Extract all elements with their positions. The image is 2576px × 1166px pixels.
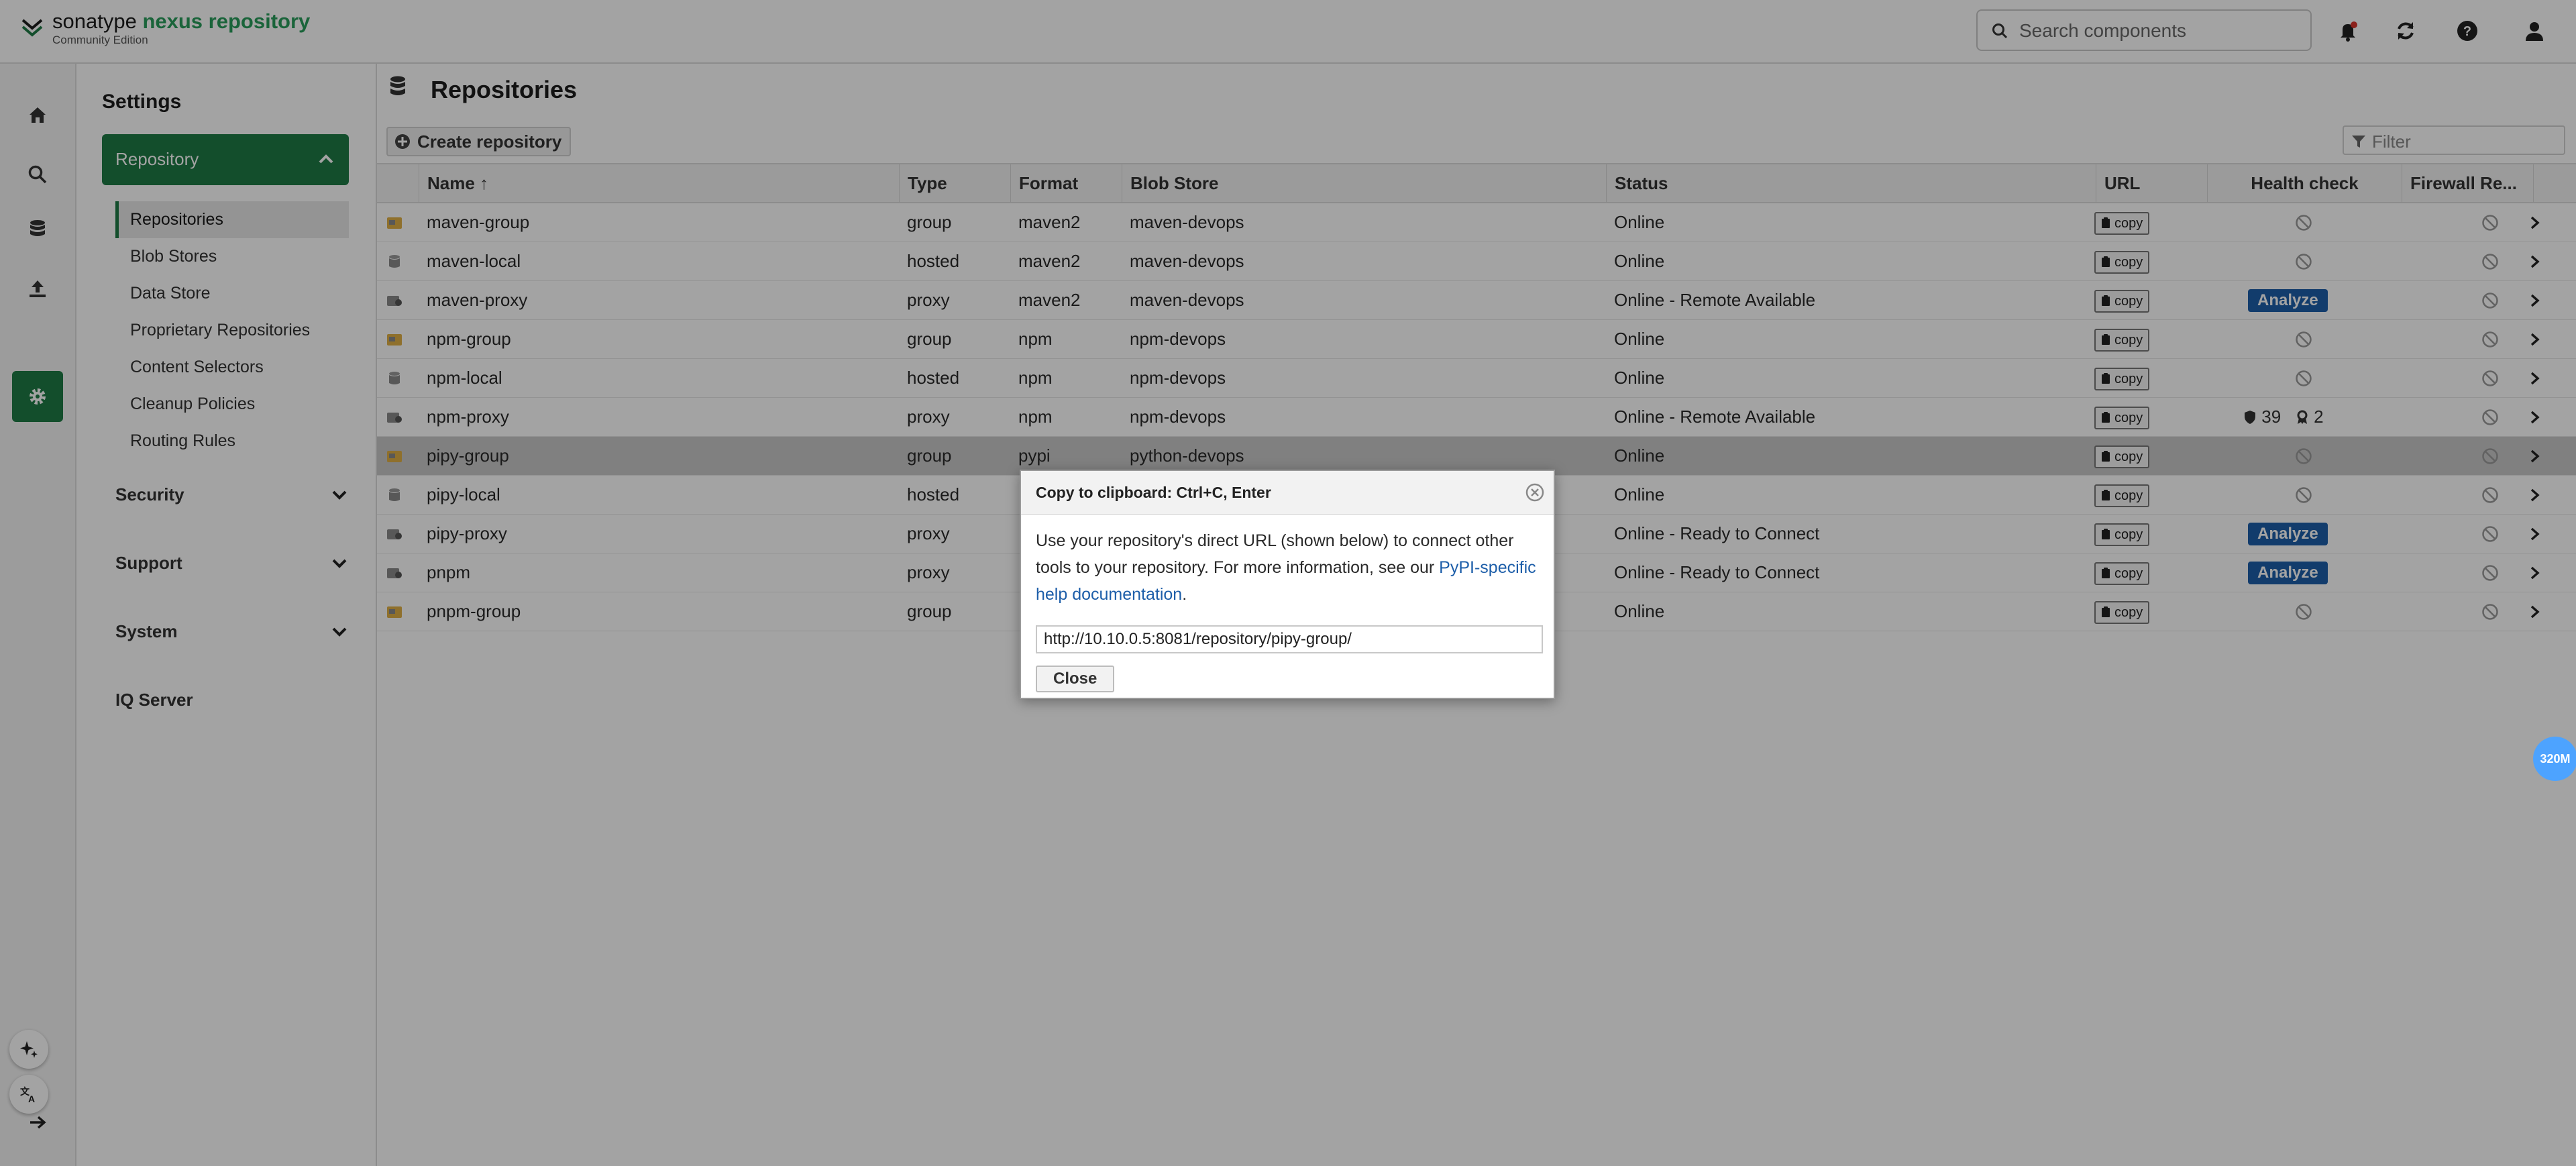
- dialog-close-button[interactable]: Close: [1036, 666, 1115, 692]
- dialog-title: Copy to clipboard: Ctrl+C, Enter: [1036, 484, 1271, 501]
- dialog-body: Use your repository's direct URL (shown …: [1036, 527, 1540, 608]
- close-icon[interactable]: [1525, 483, 1544, 502]
- memory-usage-badge[interactable]: 320M: [2533, 737, 2576, 781]
- dialog-body-end: .: [1182, 585, 1187, 604]
- repository-url-field[interactable]: [1036, 625, 1543, 653]
- copy-url-dialog: Copy to clipboard: Ctrl+C, Enter Use you…: [1020, 470, 1555, 699]
- dialog-header: Copy to clipboard: Ctrl+C, Enter: [1021, 471, 1554, 515]
